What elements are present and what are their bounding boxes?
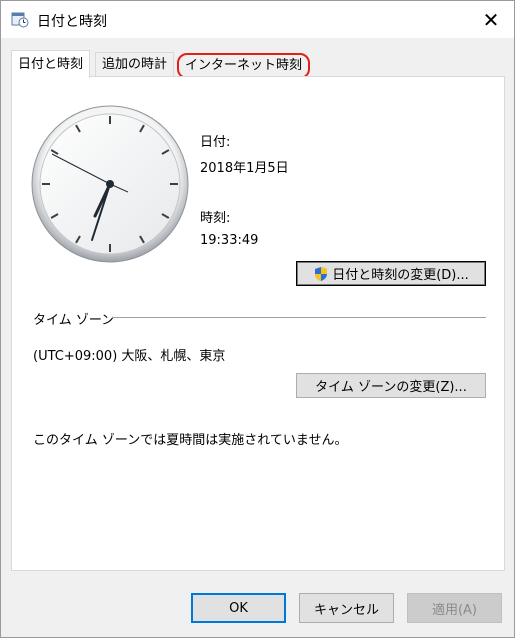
window-title: 日付と時刻: [37, 14, 107, 30]
date-value: 2018年1月5日: [200, 161, 289, 176]
uac-shield-icon: [315, 266, 328, 281]
date-label: 日付:: [200, 135, 231, 150]
apply-label: 適用(A): [431, 602, 478, 618]
tab-label: インターネット時刻: [185, 58, 303, 73]
timezone-value: (UTC+09:00) 大阪、札幌、東京: [33, 349, 226, 364]
close-button[interactable]: ✕: [468, 1, 514, 38]
cancel-label: キャンセル: [313, 602, 379, 618]
apply-button[interactable]: 適用(A): [407, 593, 502, 623]
change-date-time-button[interactable]: 日付と時刻の変更(D)...: [296, 261, 486, 286]
change-date-time-label: 日付と時刻の変更(D)...: [332, 268, 469, 283]
timezone-section-label: タイム ゾーン: [33, 313, 115, 328]
date-time-dialog: 日付と時刻 ✕ 日付と時刻 追加の時計 インターネット時刻 日付: 2018年1…: [0, 0, 515, 638]
tab-additional-clocks[interactable]: 追加の時計: [95, 52, 175, 77]
cancel-button[interactable]: キャンセル: [299, 593, 394, 623]
analog-clock: [31, 105, 189, 263]
ok-button[interactable]: OK: [191, 593, 286, 623]
dst-note: このタイム ゾーンでは夏時間は実施されていません。: [33, 433, 348, 448]
ok-label: OK: [229, 600, 248, 616]
time-value: 19:33:49: [200, 233, 259, 248]
section-divider: [112, 317, 486, 318]
close-icon: ✕: [482, 7, 500, 32]
change-timezone-button[interactable]: タイム ゾーンの変更(Z)...: [296, 373, 486, 398]
change-timezone-label: タイム ゾーンの変更(Z)...: [315, 380, 467, 395]
calendar-clock-icon: [11, 12, 29, 28]
title-bar: 日付と時刻 ✕: [1, 1, 514, 38]
tab-panel: 日付: 2018年1月5日 時刻: 19:33:49 日付と時刻の変更(D)..…: [11, 76, 505, 571]
time-label: 時刻:: [200, 211, 231, 226]
tab-label: 日付と時刻: [18, 57, 84, 72]
tab-label: 追加の時計: [102, 57, 168, 72]
tab-date-time[interactable]: 日付と時刻: [11, 50, 91, 78]
